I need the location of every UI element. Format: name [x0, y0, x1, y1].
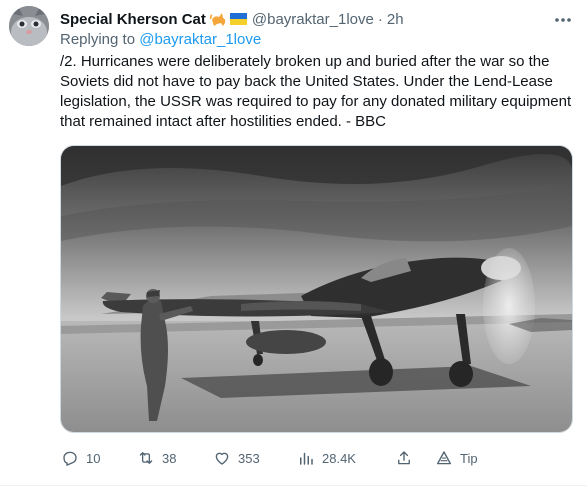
share-button[interactable] [394, 448, 414, 468]
author-name[interactable]: Special Kherson Cat [60, 11, 206, 28]
retweet-count: 38 [162, 450, 177, 466]
avatar-image [9, 6, 49, 46]
tweet-actions: 10 38 353 28.4K Tip [56, 444, 536, 472]
more-options-button[interactable] [551, 10, 575, 30]
retweet-button[interactable]: 38 [136, 448, 176, 468]
tweet-header: Special Kherson Cat @bayraktar_1love · 2… [60, 8, 547, 30]
tip-button[interactable]: Tip [434, 448, 478, 468]
replying-to: Replying to @bayraktar_1love [60, 31, 261, 48]
like-button[interactable]: 353 [212, 448, 260, 468]
separator-dot: · [377, 10, 383, 28]
views-count: 28.4K [322, 450, 356, 466]
tip-label: Tip [460, 450, 478, 466]
avatar[interactable] [9, 6, 49, 46]
hurricane-aircraft-photo [61, 146, 572, 432]
author-emojis [209, 10, 248, 28]
tip-icon [434, 448, 454, 468]
reply-button[interactable]: 10 [60, 448, 100, 468]
timestamp[interactable]: 2h [387, 11, 404, 28]
reply-count: 10 [86, 450, 101, 466]
replying-handle-link[interactable]: @bayraktar_1love [139, 31, 261, 48]
reply-icon [60, 448, 80, 468]
tweet-text: /2. Hurricanes were deliberately broken … [60, 53, 572, 130]
replying-prefix: Replying to [60, 31, 136, 48]
views-button[interactable]: 28.4K [296, 448, 356, 468]
share-icon [394, 448, 414, 468]
cat-and-ukraine-flag-icon [209, 13, 247, 26]
author-handle[interactable]: @bayraktar_1love [252, 11, 374, 28]
heart-icon [212, 448, 232, 468]
like-count: 353 [238, 450, 260, 466]
analytics-bars-icon [296, 448, 316, 468]
retweet-icon [136, 448, 156, 468]
more-dots-icon [555, 18, 571, 22]
tweet-photo[interactable] [60, 145, 573, 433]
